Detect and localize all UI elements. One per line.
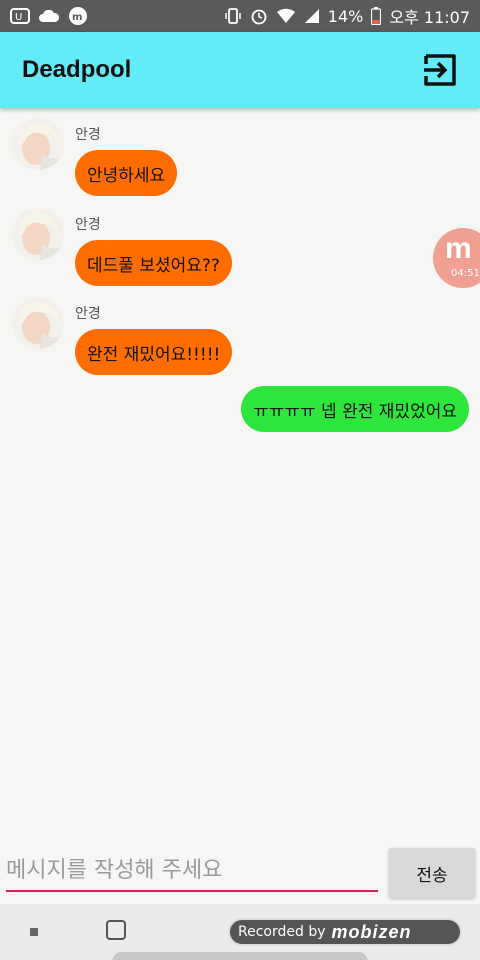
- status-bar: U m 14% 오후 11:07: [0, 0, 480, 32]
- status-bar-right: 14% 오후 11:07: [224, 4, 470, 28]
- svg-text:U: U: [15, 12, 22, 23]
- chat-screen: U m 14% 오후 11:07 Deadpool 안경 안녕하세요 안경 데드…: [0, 0, 480, 960]
- recorded-by-label: Recorded by: [238, 924, 326, 940]
- home-button[interactable]: [106, 920, 126, 940]
- cloud-icon: [38, 8, 60, 24]
- navigation-bar: Recorded by mobizen: [0, 904, 480, 960]
- avatar-image: [12, 297, 64, 349]
- recent-apps-button[interactable]: [30, 928, 38, 936]
- page-title: Deadpool: [22, 56, 132, 83]
- exit-to-app-icon: [424, 54, 456, 86]
- message-input[interactable]: [6, 850, 378, 892]
- send-button[interactable]: 전송: [389, 848, 475, 898]
- sender-name: 안경: [75, 306, 101, 322]
- battery-percent: 14%: [327, 6, 364, 26]
- gesture-pill[interactable]: [112, 952, 368, 960]
- signal-icon: [304, 8, 320, 24]
- svg-text:m: m: [72, 12, 82, 23]
- incoming-message-bubble[interactable]: 안녕하세요: [75, 150, 178, 196]
- outgoing-message-bubble[interactable]: ㅠㅠㅠㅠ 넵 완전 재밌었어요: [241, 386, 469, 432]
- recording-watermark: Recorded by mobizen: [228, 918, 462, 946]
- recorder-brand: mobizen: [331, 921, 412, 942]
- mobizen-status-icon: m: [68, 6, 88, 26]
- app-bar: Deadpool: [0, 32, 480, 108]
- avatar-image: [12, 208, 64, 260]
- battery-icon: [371, 7, 382, 25]
- clock: 오후 11:07: [389, 8, 470, 27]
- avatar-image: [12, 118, 64, 170]
- recording-timer: 04:51: [451, 268, 480, 279]
- incoming-message-bubble[interactable]: 완전 재밌어요!!!!!: [75, 329, 233, 375]
- notification-app-icon: U: [10, 7, 30, 25]
- sender-name: 안경: [75, 127, 101, 143]
- avatar[interactable]: [12, 208, 64, 260]
- mobizen-letter: m: [445, 232, 472, 265]
- vibrate-icon: [224, 7, 242, 25]
- avatar[interactable]: [12, 118, 64, 170]
- incoming-message-bubble[interactable]: 데드풀 보셨어요??: [75, 240, 232, 286]
- avatar[interactable]: [12, 297, 64, 349]
- mobizen-floating-button[interactable]: m 04:51: [433, 228, 480, 288]
- exit-button[interactable]: [420, 50, 460, 90]
- wifi-icon: [276, 8, 296, 24]
- sender-name: 안경: [75, 217, 101, 233]
- status-bar-left: U m: [10, 6, 88, 26]
- composer: 전송: [0, 840, 480, 904]
- alarm-icon: [250, 7, 268, 25]
